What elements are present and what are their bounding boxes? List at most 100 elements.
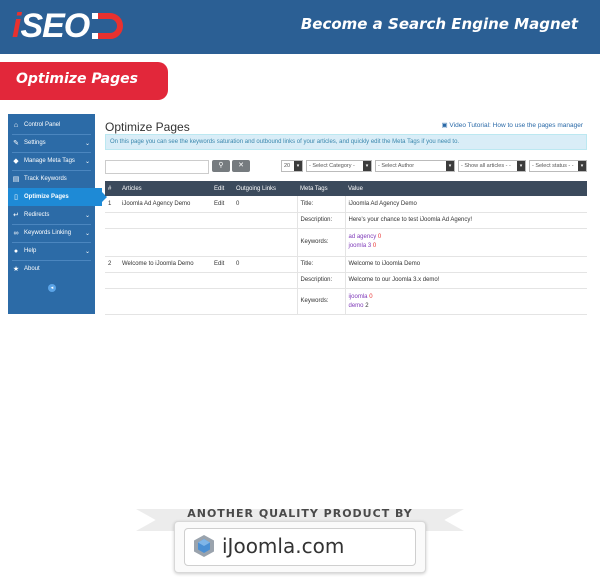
sidebar-item-label: Track Keywords <box>24 176 67 182</box>
keyword: ijoomla <box>348 294 368 300</box>
meta-label: Title: <box>296 256 345 273</box>
magnet-icon <box>92 12 128 40</box>
sidebar-item-about[interactable]: ★ About <box>8 260 95 278</box>
link-icon: ∞ <box>13 229 19 237</box>
logo-i: i <box>12 6 22 45</box>
table-row: Description: Welcome to our Joomla 3.x d… <box>105 272 587 289</box>
collapse-sidebar-button[interactable]: ◂ <box>48 284 56 292</box>
column-header: Meta Tags <box>297 181 345 196</box>
keyword-count: 2 <box>365 303 369 309</box>
keywords-cell: ad agency 0 joomla 3 0 <box>344 228 587 257</box>
info-message: On this page you can see the keywords sa… <box>105 134 587 150</box>
help-icon: ● <box>13 247 19 255</box>
search-icon: ⚲ <box>218 162 224 169</box>
sidebar-item-label: Manage Meta Tags <box>24 158 75 164</box>
column-header[interactable]: Articles <box>119 181 211 196</box>
tagline: Become a Search Engine Magnet <box>300 15 578 33</box>
video-tutorial-label: Video Tutorial: How to use the pages man… <box>449 122 583 129</box>
search-input[interactable] <box>105 160 209 174</box>
ribbon-label: Optimize Pages <box>16 71 138 87</box>
ijoomla-cube-icon <box>192 534 216 558</box>
limit-select[interactable]: 20 ▾ <box>281 160 303 172</box>
column-header[interactable]: Outgoing Links <box>233 181 297 196</box>
outgoing-links-count: 0 <box>233 256 297 273</box>
category-value: - Select Category - <box>309 163 355 169</box>
status-select[interactable]: - Select status - - ▾ <box>529 160 587 172</box>
keyword: ad agency <box>348 234 377 240</box>
meta-description-value[interactable]: Welcome to our Joomla 3.x demo! <box>344 272 587 289</box>
column-header: Edit <box>211 181 233 196</box>
chevron-down-icon: ▾ <box>294 161 302 171</box>
chevron-down-icon: ⌄ <box>85 212 91 219</box>
meta-label: Description: <box>296 272 345 289</box>
sidebar-item-label: Help <box>24 248 37 254</box>
sidebar-item-track-keywords[interactable]: ▤ Track Keywords <box>8 170 95 188</box>
table-row: Keywords: ijoomla 0 demo 2 <box>105 288 587 315</box>
sidebar-item-help[interactable]: ● Help ⌄ <box>8 242 95 260</box>
outgoing-links-count: 0 <box>233 196 297 213</box>
chevron-down-icon: ▾ <box>363 161 371 171</box>
meta-label: Description: <box>296 212 345 229</box>
sidebar-item-control-panel[interactable]: ⌂ Control Panel <box>8 116 95 134</box>
table-header-row: # Articles Edit Outgoing Links Meta Tags… <box>105 181 587 196</box>
table-row: 1 iJoomla Ad Agency Demo Edit 0 Title: i… <box>105 196 587 213</box>
chevron-down-icon: ▾ <box>517 161 525 171</box>
clear-button[interactable]: ✕ <box>232 160 250 172</box>
article-link[interactable]: Welcome to iJoomla Demo <box>119 256 211 273</box>
badge-brand: iJoomla.com <box>222 534 345 558</box>
edit-link[interactable]: Edit <box>211 256 233 273</box>
article-link[interactable]: iJoomla Ad Agency Demo <box>119 196 211 213</box>
tags-icon: ◆ <box>13 158 19 165</box>
sidebar-item-manage-meta-tags[interactable]: ◆ Manage Meta Tags ⌄ <box>8 152 95 170</box>
meta-description-value[interactable]: Here's your chance to test iJoomla Ad Ag… <box>344 212 587 229</box>
keyword: joomla 3 <box>348 243 372 249</box>
document-icon: ▤ <box>12 176 20 183</box>
sidebar-item-label: Keywords Linking <box>24 230 72 236</box>
meta-label: Keywords: <box>296 228 345 257</box>
articles-select[interactable]: - Show all articles - - ▾ <box>458 160 526 172</box>
articles-value: - Show all articles - - <box>461 163 511 169</box>
sidebar-item-settings[interactable]: ✎ Settings ⌄ <box>8 134 95 152</box>
chevron-down-icon: ⌄ <box>85 230 91 237</box>
badge-caption: ANOTHER QUALITY PRODUCT BY <box>187 507 413 520</box>
sidebar-item-keywords-linking[interactable]: ∞ Keywords Linking ⌄ <box>8 224 95 242</box>
star-icon: ★ <box>12 266 20 273</box>
iseo-logo: i SEO <box>12 6 128 46</box>
section-ribbon: Optimize Pages <box>0 62 168 100</box>
keyword-count: 0 <box>369 294 373 300</box>
sidebar-item-label: Settings <box>24 140 46 146</box>
chevron-down-icon: ⌄ <box>85 248 91 255</box>
status-value: - Select status - - <box>532 163 574 169</box>
meta-title-value[interactable]: iJoomla Ad Agency Demo <box>344 196 587 213</box>
table-row: 2 Welcome to iJoomla Demo Edit 0 Title: … <box>105 256 587 273</box>
chevron-down-icon: ▾ <box>446 161 454 171</box>
chevron-down-icon: ⌄ <box>85 158 91 165</box>
column-header: # <box>105 181 119 196</box>
sidebar: ⌂ Control Panel ✎ Settings ⌄ ◆ Manage Me… <box>8 114 107 314</box>
keyword-count: 0 <box>372 243 377 249</box>
search-button[interactable]: ⚲ <box>212 160 230 172</box>
close-icon: ✕ <box>238 162 244 169</box>
chevron-down-icon: ⌄ <box>85 140 91 147</box>
table-row: Description: Here's your chance to test … <box>105 212 587 229</box>
table-row: Keywords: ad agency 0 joomla 3 0 <box>105 228 587 257</box>
row-number: 2 <box>105 256 119 273</box>
sidebar-item-label: About <box>24 266 40 272</box>
meta-title-value[interactable]: Welcome to iJoomla Demo <box>344 256 587 273</box>
wrench-icon: ✎ <box>13 140 19 147</box>
home-icon: ⌂ <box>13 121 19 129</box>
keyword-count: 0 <box>377 234 382 240</box>
meta-label: Title: <box>296 196 345 213</box>
sidebar-item-optimize-pages[interactable]: ▯ Optimize Pages <box>8 188 107 206</box>
author-select[interactable]: - Select Author ▾ <box>375 160 455 172</box>
chevron-down-icon: ▾ <box>578 161 586 171</box>
logo-seo: SEO <box>20 6 90 45</box>
pages-table: # Articles Edit Outgoing Links Meta Tags… <box>105 181 587 315</box>
meta-label: Keywords: <box>296 288 345 315</box>
sidebar-item-redirects[interactable]: ↵ Redirects ⌄ <box>8 206 95 224</box>
edit-link[interactable]: Edit <box>211 196 233 213</box>
video-tutorial-link[interactable]: ▣ Video Tutorial: How to use the pages m… <box>441 121 583 129</box>
keyword: demo <box>348 303 364 309</box>
category-select[interactable]: - Select Category - ▾ <box>306 160 372 172</box>
limit-value: 20 <box>284 163 291 169</box>
